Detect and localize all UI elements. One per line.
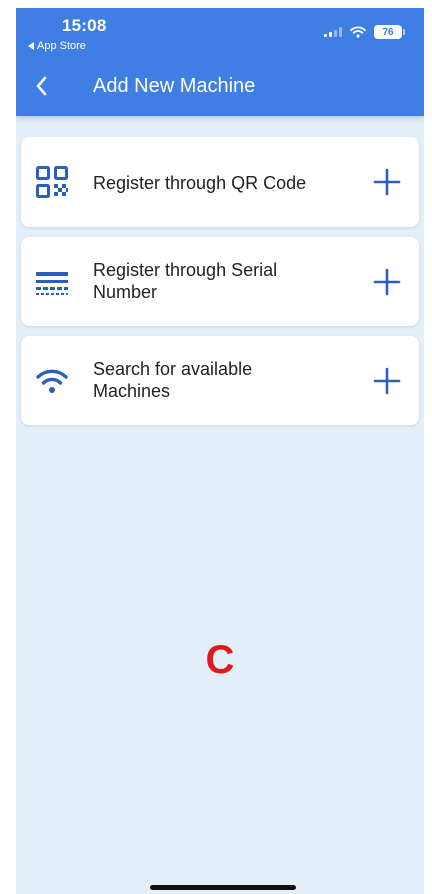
app-screen: 15:08 App Store 76 Add New Machine Regis… bbox=[16, 8, 424, 894]
search-machines-option[interactable]: Search for available Machines bbox=[21, 336, 419, 425]
page-title: Add New Machine bbox=[93, 75, 256, 97]
register-serial-number-option[interactable]: Register through Serial Number bbox=[21, 237, 419, 326]
qr-code-icon bbox=[34, 164, 70, 200]
wifi-status-icon bbox=[350, 26, 366, 38]
plus-icon[interactable] bbox=[373, 367, 401, 395]
plus-icon[interactable] bbox=[373, 168, 401, 196]
back-triangle-icon bbox=[28, 42, 34, 50]
plus-icon[interactable] bbox=[373, 268, 401, 296]
status-time: 15:08 bbox=[62, 16, 107, 35]
search-machines-label: Search for available Machines bbox=[93, 359, 253, 401]
register-serial-number-label: Register through Serial Number bbox=[93, 260, 278, 302]
signal-icon bbox=[324, 27, 342, 37]
app-header: 15:08 App Store 76 Add New Machine bbox=[16, 8, 424, 116]
status-back-to-app-store[interactable]: App Store bbox=[28, 40, 86, 52]
serial-number-icon bbox=[34, 265, 70, 301]
chevron-left-icon[interactable] bbox=[32, 74, 52, 98]
status-indicators: 76 bbox=[324, 25, 405, 39]
wifi-icon bbox=[34, 364, 70, 400]
overlay-letter: C bbox=[205, 638, 235, 682]
register-qr-code-label: Register through QR Code bbox=[93, 173, 307, 193]
battery-icon: 76 bbox=[374, 25, 405, 39]
home-indicator[interactable] bbox=[150, 885, 296, 890]
register-qr-code-option[interactable]: Register through QR Code bbox=[21, 137, 419, 227]
status-back-label: App Store bbox=[37, 40, 86, 52]
